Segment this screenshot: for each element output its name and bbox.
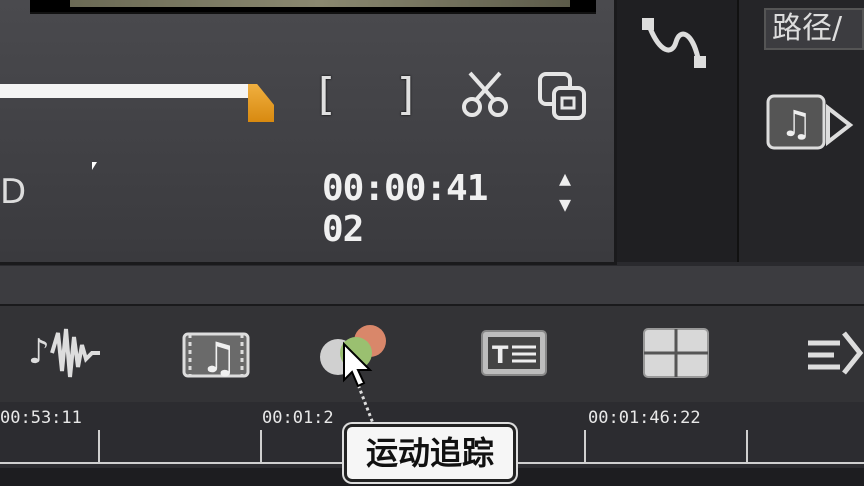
- music-note-icon[interactable]: ♫: [180, 318, 254, 388]
- copy-frame-icon[interactable]: [534, 66, 592, 124]
- left-fragment-text: D: [0, 172, 27, 212]
- transition-icon[interactable]: [800, 318, 864, 388]
- ruler-label: 00:53:11: [0, 408, 82, 428]
- timecode-display[interactable]: 00:00:41 02: [322, 168, 542, 250]
- separator-bar: [0, 266, 864, 306]
- ruler-tick: [260, 430, 262, 464]
- ruler-tick: [584, 430, 586, 464]
- mouse-pointer-icon: [340, 340, 380, 430]
- music-play-icon[interactable]: ♫: [766, 92, 864, 152]
- ruler-label: 00:01:2: [262, 408, 334, 428]
- svg-text:T: T: [492, 341, 509, 369]
- path-label[interactable]: 路径/: [764, 8, 864, 50]
- preview-panel: [0, 0, 617, 265]
- motion-tracking-tooltip: 运动追踪: [344, 424, 516, 482]
- mark-out-button[interactable]: ]: [392, 72, 422, 118]
- title-icon[interactable]: T: [478, 318, 550, 388]
- timeline-toolbar: [0, 306, 864, 402]
- timecode-spinner[interactable]: ▲ ▼: [550, 166, 580, 216]
- chevron-up-icon[interactable]: ▲: [559, 166, 571, 190]
- overlay-grid-icon[interactable]: [640, 318, 712, 388]
- scissors-icon[interactable]: [458, 66, 512, 122]
- ruler-tick: [98, 430, 100, 464]
- ruler-label: 00:01:46:22: [588, 408, 701, 428]
- svg-text:♫: ♫: [780, 104, 812, 145]
- mark-in-button[interactable]: [: [310, 72, 340, 118]
- svg-text:♪: ♪: [28, 332, 50, 372]
- chevron-down-icon[interactable]: ▼: [559, 192, 571, 216]
- scrub-bar[interactable]: [0, 84, 256, 98]
- mouse-cursor-icon: [92, 162, 97, 170]
- svg-text:♫: ♫: [200, 333, 238, 382]
- audio-waveform-icon[interactable]: ♪: [22, 318, 102, 388]
- ruler-tick: [746, 430, 748, 464]
- video-preview: [30, 0, 596, 14]
- motion-path-icon[interactable]: [636, 12, 716, 74]
